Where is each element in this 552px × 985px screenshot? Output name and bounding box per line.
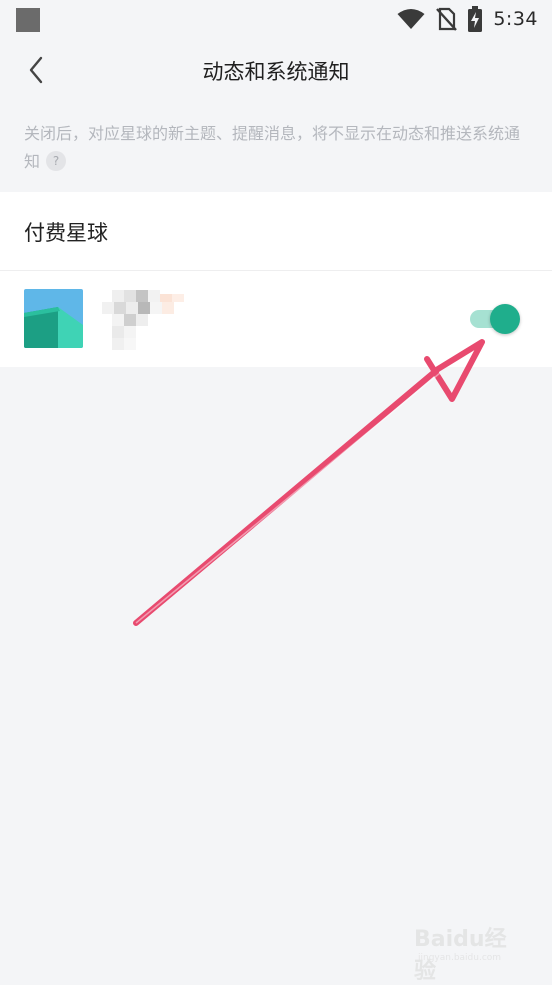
status-bar: 5:34 <box>0 0 552 38</box>
notification-placeholder-icon <box>16 8 40 32</box>
section-header: 付费星球 <box>0 192 552 270</box>
toggle-thumb <box>490 304 520 334</box>
battery-charging-icon <box>468 6 483 32</box>
settings-description: 关闭后，对应星球的新主题、提醒消息，将不显示在动态和推送系统通知? <box>24 120 528 176</box>
section-title: 付费星球 <box>24 221 108 245</box>
help-icon[interactable]: ? <box>46 150 67 171</box>
description-text: 关闭后，对应星球的新主题、提醒消息，将不显示在动态和推送系统通知 <box>24 124 521 171</box>
watermark-url: jingyan.baidu.com <box>418 953 502 963</box>
status-time: 5:34 <box>493 8 538 30</box>
status-icons: 5:34 <box>397 4 538 34</box>
no-sim-icon <box>436 7 458 31</box>
wifi-icon <box>397 9 425 29</box>
blurred-name-placeholder <box>102 290 184 350</box>
baidu-watermark: Baidu经验 jingyan.baidu.com <box>414 913 524 984</box>
notification-toggle[interactable] <box>470 304 522 334</box>
header: 动态和系统通知 <box>0 38 552 104</box>
page-title: 动态和系统通知 <box>202 60 350 84</box>
planet-avatar-image <box>24 289 83 348</box>
list-item[interactable] <box>0 271 552 367</box>
